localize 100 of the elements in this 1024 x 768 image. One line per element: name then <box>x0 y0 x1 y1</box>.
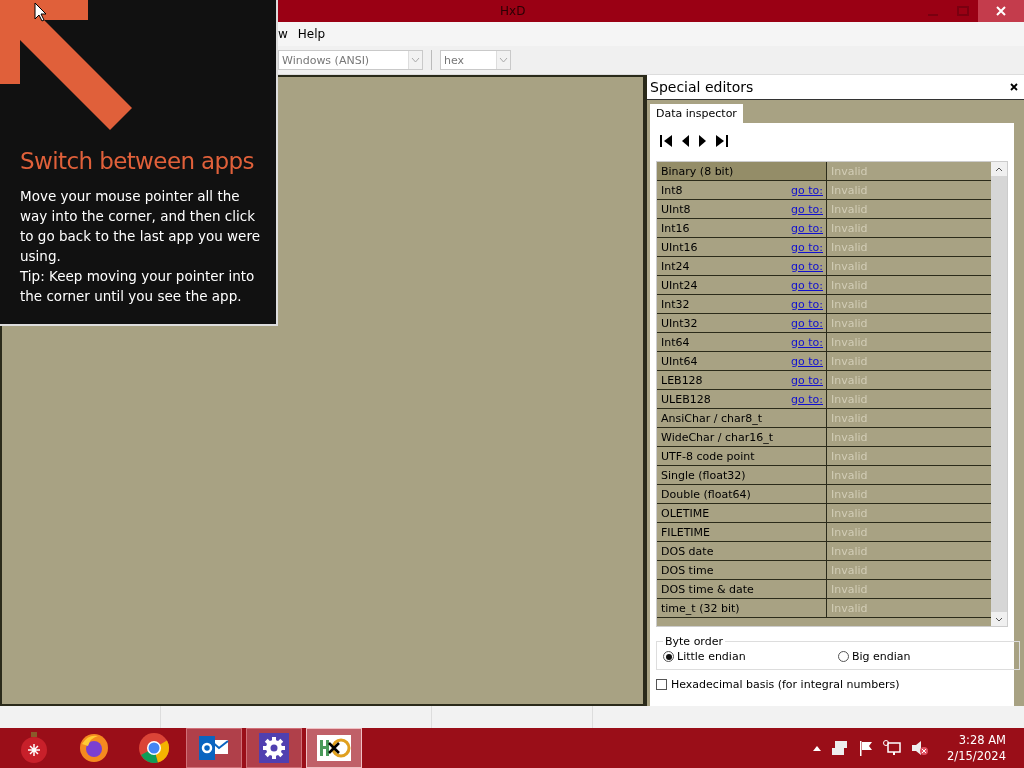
browser-icon[interactable] <box>78 732 110 764</box>
type-name: Int64 <box>661 335 690 349</box>
type-cell[interactable]: UInt64 go to: <box>657 352 827 370</box>
type-name: DOS time <box>661 563 714 577</box>
taskbar-button[interactable] <box>306 728 362 768</box>
hex-editor-icon[interactable] <box>317 735 351 761</box>
type-cell[interactable]: FILETIME <box>657 523 827 541</box>
type-name: DOS date <box>661 544 714 558</box>
type-name: Int32 <box>661 297 690 311</box>
radio-label[interactable]: Big endian <box>852 650 911 663</box>
type-cell[interactable]: Int24 go to: <box>657 257 827 275</box>
mail-icon[interactable] <box>199 734 229 762</box>
type-cell[interactable]: Binary (8 bit) <box>657 162 827 180</box>
type-cell[interactable]: UInt24 go to: <box>657 276 827 294</box>
type-cell[interactable]: UInt8 go to: <box>657 200 827 218</box>
next-icon[interactable] <box>698 135 707 147</box>
close-icon[interactable] <box>1010 83 1018 91</box>
speaker-muted-icon[interactable] <box>911 740 930 756</box>
type-cell[interactable]: Single (float32) <box>657 466 827 484</box>
type-name: Binary (8 bit) <box>661 164 734 178</box>
type-name: Int24 <box>661 259 690 273</box>
previous-icon[interactable] <box>681 135 690 147</box>
go-to-link[interactable]: go to: <box>791 316 823 330</box>
menu-item[interactable]: w <box>278 25 288 43</box>
type-cell[interactable]: UInt32 go to: <box>657 314 827 332</box>
type-name: UInt64 <box>661 354 698 368</box>
type-name: AnsiChar / char8_t <box>661 411 762 425</box>
type-cell[interactable]: UInt16 go to: <box>657 238 827 256</box>
checkbox-label[interactable]: Hexadecimal basis (for integral numbers) <box>671 678 900 691</box>
type-cell[interactable]: ULEB128 go to: <box>657 390 827 408</box>
type-cell[interactable]: UTF-8 code point <box>657 447 827 465</box>
dropdown[interactable]: hex <box>440 50 511 70</box>
go-to-link[interactable]: go to: <box>791 354 823 368</box>
type-name: ULEB128 <box>661 392 711 406</box>
close-icon <box>996 6 1006 16</box>
checkbox[interactable] <box>656 679 667 690</box>
network-icon[interactable] <box>883 740 902 756</box>
radio-label[interactable]: Little endian <box>677 650 746 663</box>
radio-button[interactable] <box>663 651 674 662</box>
gear-icon[interactable] <box>259 733 289 763</box>
type-name: time_t (32 bit) <box>661 601 740 615</box>
last-icon[interactable] <box>715 135 728 147</box>
clock-date[interactable]: 2/15/2024 <box>947 748 1006 764</box>
scrollbar[interactable] <box>991 162 1007 626</box>
type-cell[interactable]: WideChar / char16_t <box>657 428 827 446</box>
type-name: LEB128 <box>661 373 703 387</box>
clock-time[interactable]: 3:28 AM <box>958 732 1006 748</box>
type-name: Double (float64) <box>661 487 751 501</box>
browser-icon[interactable] <box>138 732 170 764</box>
go-to-link[interactable]: go to: <box>791 297 823 311</box>
tab[interactable]: Data inspector <box>650 104 743 123</box>
menu-item[interactable]: Help <box>297 25 326 43</box>
type-name: DOS time & date <box>661 582 754 596</box>
dropdown[interactable]: Windows (ANSI) <box>278 50 423 70</box>
scroll-down-icon[interactable] <box>995 616 1003 622</box>
go-to-link[interactable]: go to: <box>791 259 823 273</box>
type-cell[interactable]: DOS date <box>657 542 827 560</box>
type-name: OLETIME <box>661 506 710 520</box>
taskbar-button[interactable] <box>246 728 302 768</box>
type-name: Single (float32) <box>661 468 746 482</box>
go-to-link[interactable]: go to: <box>791 202 823 216</box>
first-icon[interactable] <box>660 135 673 147</box>
scroll-up-icon[interactable] <box>995 166 1003 172</box>
go-to-link[interactable]: go to: <box>791 240 823 254</box>
show-hidden-icons-icon[interactable] <box>813 745 822 751</box>
type-cell[interactable]: OLETIME <box>657 504 827 522</box>
type-name: UTF-8 code point <box>661 449 755 463</box>
minimize-icon <box>928 14 938 16</box>
type-name: UInt32 <box>661 316 698 330</box>
type-cell[interactable]: DOS time <box>657 561 827 579</box>
type-cell[interactable]: time_t (32 bit) <box>657 599 827 617</box>
go-to-link[interactable]: go to: <box>791 373 823 387</box>
messages-icon[interactable] <box>831 740 850 756</box>
go-to-link[interactable]: go to: <box>791 221 823 235</box>
group-label: Byte order <box>664 635 724 648</box>
radio-button[interactable] <box>838 651 849 662</box>
type-cell[interactable]: LEB128 go to: <box>657 371 827 389</box>
window-title: HxD <box>500 4 526 18</box>
panel-title: Special editors <box>650 79 754 95</box>
type-cell[interactable]: Int32 go to: <box>657 295 827 313</box>
type-cell[interactable]: Int8 go to: <box>657 181 827 199</box>
type-name: Int8 <box>661 183 683 197</box>
type-cell[interactable]: DOS time & date <box>657 580 827 598</box>
type-name: UInt8 <box>661 202 691 216</box>
type-cell[interactable]: Int64 go to: <box>657 333 827 351</box>
ornament-icon[interactable] <box>20 732 48 764</box>
go-to-link[interactable]: go to: <box>791 278 823 292</box>
go-to-link[interactable]: go to: <box>791 183 823 197</box>
type-cell[interactable]: Double (float64) <box>657 485 827 503</box>
type-name: UInt24 <box>661 278 698 292</box>
flag-icon[interactable] <box>859 740 874 756</box>
maximize-icon <box>957 6 969 16</box>
type-cell[interactable]: AnsiChar / char8_t <box>657 409 827 427</box>
close-button[interactable] <box>978 0 1024 22</box>
overlay-tip: Tip: Keep moving your pointer into the corner until you see the app. <box>20 267 256 306</box>
type-cell[interactable]: Int16 go to: <box>657 219 827 237</box>
caret-icon <box>496 51 510 69</box>
go-to-link[interactable]: go to: <box>791 335 823 349</box>
go-to-link[interactable]: go to: <box>791 392 823 406</box>
overlay-text: Move your mouse pointer all the way into the corner, and then click to go back to the last app you were using. <box>20 187 261 266</box>
